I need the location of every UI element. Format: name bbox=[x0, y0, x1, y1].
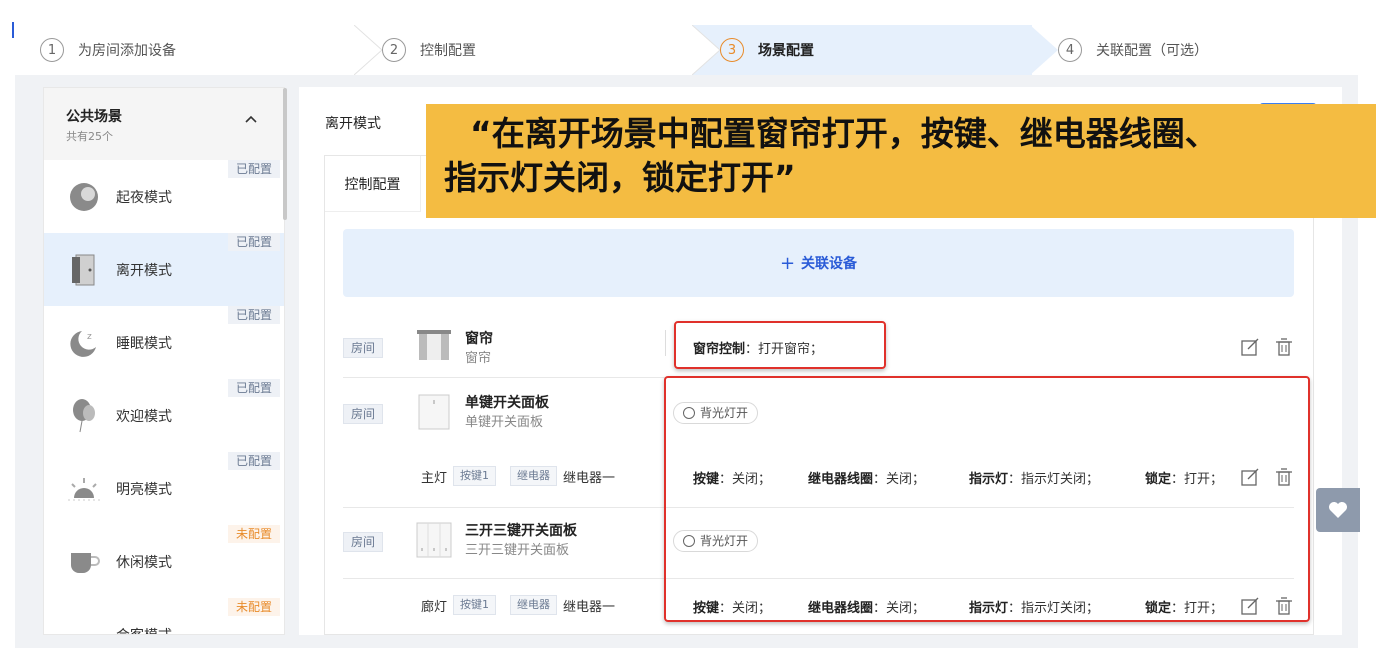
room-tag: 房间 bbox=[343, 404, 384, 424]
status-badge: 已配置 bbox=[227, 452, 280, 470]
highlight-curtain-action bbox=[674, 321, 886, 369]
scene-name: 休闲模式 bbox=[116, 554, 172, 571]
scene-name: 欢迎模式 bbox=[116, 408, 172, 425]
left-accent-mark bbox=[12, 22, 14, 38]
scene-item-sleep[interactable]: z 睡眠模式 已配置 bbox=[44, 306, 284, 379]
step-number: 4 bbox=[1058, 38, 1082, 62]
annotation-line-2: 指示灯关闭，锁定打开” bbox=[444, 158, 796, 197]
scene-item-bright[interactable]: 明亮模式 已配置 bbox=[44, 452, 284, 525]
scene-item-leisure[interactable]: 休闲模式 未配置 bbox=[44, 525, 284, 598]
highlight-switch-actions bbox=[664, 376, 1310, 622]
scene-name: 离开模式 bbox=[116, 262, 172, 279]
scene-item-night[interactable]: 起夜模式 已配置 bbox=[44, 160, 284, 233]
step-4[interactable]: 4 关联配置（可选） bbox=[1058, 25, 1208, 75]
heart-icon bbox=[1329, 502, 1347, 518]
step-divider-icon bbox=[1030, 25, 1058, 75]
relay-tag: 继电器 bbox=[510, 595, 558, 615]
device-subname: 三开三键开关面板 bbox=[465, 543, 570, 558]
key-tag: 按键1 bbox=[453, 595, 497, 615]
step-divider-icon bbox=[354, 25, 383, 75]
sub-device: 主灯 按键1 继电器 继电器一 bbox=[421, 466, 615, 486]
sidebar-title: 公共场景 bbox=[66, 109, 122, 125]
device-subname: 单键开关面板 bbox=[465, 415, 544, 430]
scene-item-leave[interactable]: 离开模式 已配置 bbox=[44, 233, 284, 306]
switch-panel-icon bbox=[418, 394, 450, 430]
room-tag: 房间 bbox=[343, 532, 384, 552]
add-device-label: 关联设备 bbox=[801, 256, 858, 272]
sidebar-header[interactable]: 公共场景 共有25个 bbox=[44, 88, 284, 160]
page-title: 离开模式 bbox=[325, 116, 381, 132]
scene-name: 明亮模式 bbox=[116, 481, 172, 498]
sleep-moon-icon: z bbox=[66, 325, 102, 361]
status-badge: 已配置 bbox=[227, 379, 280, 397]
key-tag: 按键1 bbox=[453, 466, 497, 486]
guest-icon bbox=[66, 617, 102, 635]
annotation-line-1: “在离开场景中配置窗帘打开，按键、继电器线圈、 bbox=[470, 114, 1218, 153]
moon-icon bbox=[66, 179, 102, 215]
device-name: 单键开关面板 bbox=[465, 395, 549, 411]
status-badge: 未配置 bbox=[227, 525, 280, 543]
scene-item-guest[interactable]: 会客模式 未配置 bbox=[44, 598, 284, 635]
scene-name: 睡眠模式 bbox=[116, 335, 172, 352]
door-icon bbox=[66, 252, 102, 288]
step-label: 场景配置 bbox=[758, 43, 814, 59]
scene-sidebar: 公共场景 共有25个 起夜模式 已配置 离开模式 已配置 z 睡眠模式 已配置 … bbox=[43, 87, 285, 635]
device-subname: 窗帘 bbox=[465, 351, 492, 366]
cup-icon bbox=[66, 544, 102, 580]
scene-item-welcome[interactable]: 欢迎模式 已配置 bbox=[44, 379, 284, 452]
chevron-up-icon[interactable] bbox=[244, 114, 258, 124]
step-3[interactable]: 3 场景配置 bbox=[720, 25, 814, 75]
add-device-button[interactable]: + 关联设备 bbox=[343, 229, 1294, 297]
step-number: 1 bbox=[40, 38, 64, 62]
step-label: 控制配置 bbox=[420, 43, 476, 59]
device-name: 三开三键开关面板 bbox=[465, 523, 577, 539]
annotation-callout: “在离开场景中配置窗帘打开，按键、继电器线圈、 指示灯关闭，锁定打开” bbox=[426, 104, 1376, 218]
step-1[interactable]: 1 为房间添加设备 bbox=[40, 25, 176, 75]
svg-text:z: z bbox=[87, 332, 92, 342]
edit-icon[interactable] bbox=[1241, 338, 1259, 356]
status-badge: 已配置 bbox=[227, 233, 280, 251]
sub-device: 廊灯 按键1 继电器 继电器一 bbox=[421, 595, 615, 615]
curtain-icon bbox=[417, 330, 451, 360]
device-name: 窗帘 bbox=[465, 331, 493, 347]
status-badge: 已配置 bbox=[227, 306, 280, 324]
sidebar-scrollbar[interactable] bbox=[283, 88, 287, 220]
step-number: 3 bbox=[720, 38, 744, 62]
divider bbox=[665, 330, 666, 356]
step-number: 2 bbox=[382, 38, 406, 62]
step-2[interactable]: 2 控制配置 bbox=[382, 25, 476, 75]
step-label: 为房间添加设备 bbox=[78, 43, 176, 59]
status-badge: 已配置 bbox=[227, 160, 280, 178]
scene-name: 起夜模式 bbox=[116, 189, 172, 206]
step-divider-icon bbox=[692, 25, 721, 75]
triple-switch-icon bbox=[416, 522, 452, 558]
room-tag: 房间 bbox=[343, 338, 384, 358]
favorite-button[interactable] bbox=[1316, 488, 1360, 532]
sidebar-count: 共有25个 bbox=[66, 130, 113, 143]
plus-icon: + bbox=[779, 252, 796, 274]
step-bar: 1 为房间添加设备 2 控制配置 3 场景配置 4 关联配置（可选） bbox=[18, 25, 1348, 75]
balloon-icon bbox=[66, 398, 102, 434]
delete-icon[interactable] bbox=[1275, 338, 1293, 356]
tab-control-config[interactable]: 控制配置 bbox=[325, 156, 421, 212]
scene-name: 会客模式 bbox=[116, 625, 172, 635]
relay-tag: 继电器 bbox=[510, 466, 558, 486]
sunrise-icon bbox=[66, 471, 102, 507]
step-label: 关联配置（可选） bbox=[1096, 43, 1208, 59]
status-badge: 未配置 bbox=[227, 598, 280, 616]
